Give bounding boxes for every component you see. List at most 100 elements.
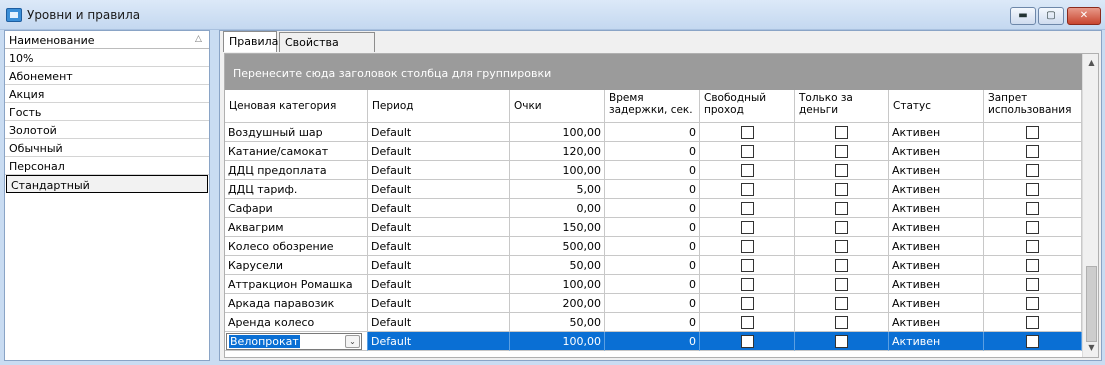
col-money-only-cell[interactable] <box>795 218 889 237</box>
col-usage-ban-cell[interactable] <box>984 256 1082 275</box>
tab-level-properties[interactable]: Свойства уровня <box>279 32 375 62</box>
tab-rules[interactable]: Правила <box>223 31 278 52</box>
money-only-checkbox[interactable] <box>835 145 848 158</box>
col-delay-cell[interactable]: 0 <box>605 237 700 256</box>
col-usage-ban-cell[interactable] <box>984 237 1082 256</box>
col-money-only-cell[interactable] <box>795 142 889 161</box>
minimize-button[interactable]: ▬ <box>1010 7 1036 25</box>
col-free-pass-cell[interactable] <box>700 161 795 180</box>
free-pass-checkbox[interactable] <box>741 316 754 329</box>
col-status-header[interactable]: Статус <box>889 90 984 123</box>
col-status-cell[interactable]: Активен <box>889 218 984 237</box>
money-only-checkbox[interactable] <box>835 259 848 272</box>
col-money-only-cell[interactable] <box>795 294 889 313</box>
group-by-panel[interactable]: Перенесите сюда заголовок столбца для гр… <box>225 54 1082 90</box>
table-row[interactable]: Аттракцион Ромашка Default 100,00 0 Активен <box>225 275 1082 294</box>
level-item[interactable]: Персонал <box>5 157 209 175</box>
col-points-cell[interactable]: 50,00 <box>510 256 605 275</box>
col-free-pass-cell[interactable] <box>700 256 795 275</box>
table-row[interactable]: ДДЦ предоплата Default 100,00 0 Активен <box>225 161 1082 180</box>
chevron-down-icon[interactable]: ⌄ <box>345 335 360 348</box>
col-status-cell[interactable]: Активен <box>889 256 984 275</box>
col-period-cell[interactable]: Default <box>368 275 510 294</box>
col-money-only-cell[interactable] <box>795 123 889 142</box>
table-row[interactable]: Колесо обозрение Default 500,00 0 Активен <box>225 237 1082 256</box>
col-money-only-cell[interactable] <box>795 275 889 294</box>
col-delay-cell[interactable]: 0 <box>605 161 700 180</box>
money-only-checkbox[interactable] <box>835 240 848 253</box>
money-only-checkbox[interactable] <box>835 316 848 329</box>
usage-ban-checkbox[interactable] <box>1026 183 1039 196</box>
col-price-category-cell[interactable]: Аттракцион Ромашка <box>225 275 368 294</box>
free-pass-checkbox[interactable] <box>741 145 754 158</box>
level-item[interactable]: Абонемент <box>5 67 209 85</box>
col-price-category-cell[interactable]: Велопрокат ⌄ <box>225 332 368 351</box>
free-pass-checkbox[interactable] <box>741 126 754 139</box>
col-free-pass-cell[interactable] <box>700 332 795 351</box>
col-free-pass-cell[interactable] <box>700 142 795 161</box>
col-price-category-cell[interactable]: Аквагрим <box>225 218 368 237</box>
money-only-checkbox[interactable] <box>835 297 848 310</box>
col-usage-ban-header[interactable]: Запрет использования <box>984 90 1082 123</box>
table-row[interactable]: Велопрокат ⌄ Default 100,00 0 Активен <box>225 332 1082 351</box>
col-usage-ban-cell[interactable] <box>984 218 1082 237</box>
col-period-cell[interactable]: Default <box>368 294 510 313</box>
col-points-cell[interactable]: 50,00 <box>510 313 605 332</box>
col-price-category-cell[interactable]: ДДЦ предоплата <box>225 161 368 180</box>
levels-list-header[interactable]: Наименование △ <box>5 31 209 49</box>
free-pass-checkbox[interactable] <box>741 164 754 177</box>
col-price-category-cell[interactable]: Карусели <box>225 256 368 275</box>
col-period-header[interactable]: Период <box>368 90 510 123</box>
col-points-cell[interactable]: 0,00 <box>510 199 605 218</box>
level-item[interactable]: Стандартный <box>6 175 208 193</box>
col-status-cell[interactable]: Активен <box>889 237 984 256</box>
usage-ban-checkbox[interactable] <box>1026 278 1039 291</box>
col-period-cell[interactable]: Default <box>368 161 510 180</box>
free-pass-checkbox[interactable] <box>741 335 754 348</box>
col-usage-ban-cell[interactable] <box>984 123 1082 142</box>
free-pass-checkbox[interactable] <box>741 240 754 253</box>
money-only-checkbox[interactable] <box>835 126 848 139</box>
col-points-cell[interactable]: 100,00 <box>510 275 605 294</box>
col-points-cell[interactable]: 200,00 <box>510 294 605 313</box>
col-free-pass-cell[interactable] <box>700 199 795 218</box>
col-usage-ban-cell[interactable] <box>984 180 1082 199</box>
level-item[interactable]: Обычный <box>5 139 209 157</box>
col-free-pass-cell[interactable] <box>700 275 795 294</box>
col-usage-ban-cell[interactable] <box>984 142 1082 161</box>
free-pass-checkbox[interactable] <box>741 221 754 234</box>
col-usage-ban-cell[interactable] <box>984 199 1082 218</box>
col-period-cell[interactable]: Default <box>368 256 510 275</box>
col-free-pass-header[interactable]: Свободный проход <box>700 90 795 123</box>
level-item[interactable]: Гость <box>5 103 209 121</box>
close-button[interactable]: ✕ <box>1067 7 1101 25</box>
money-only-checkbox[interactable] <box>835 164 848 177</box>
table-row[interactable]: Сафари Default 0,00 0 Активен <box>225 199 1082 218</box>
col-usage-ban-cell[interactable] <box>984 275 1082 294</box>
col-free-pass-cell[interactable] <box>700 237 795 256</box>
col-points-cell[interactable]: 100,00 <box>510 332 605 351</box>
free-pass-checkbox[interactable] <box>741 297 754 310</box>
usage-ban-checkbox[interactable] <box>1026 240 1039 253</box>
col-money-only-cell[interactable] <box>795 313 889 332</box>
level-item[interactable]: Акция <box>5 85 209 103</box>
usage-ban-checkbox[interactable] <box>1026 126 1039 139</box>
col-free-pass-cell[interactable] <box>700 294 795 313</box>
col-status-cell[interactable]: Активен <box>889 123 984 142</box>
col-free-pass-cell[interactable] <box>700 180 795 199</box>
col-delay-header[interactable]: Время задержки, сек. <box>605 90 700 123</box>
col-money-only-cell[interactable] <box>795 180 889 199</box>
col-points-header[interactable]: Очки <box>510 90 605 123</box>
usage-ban-checkbox[interactable] <box>1026 145 1039 158</box>
usage-ban-checkbox[interactable] <box>1026 202 1039 215</box>
scroll-thumb[interactable] <box>1086 266 1097 342</box>
col-points-cell[interactable]: 100,00 <box>510 161 605 180</box>
col-free-pass-cell[interactable] <box>700 313 795 332</box>
col-price-category-cell[interactable]: Аренда колесо <box>225 313 368 332</box>
usage-ban-checkbox[interactable] <box>1026 164 1039 177</box>
free-pass-checkbox[interactable] <box>741 202 754 215</box>
col-delay-cell[interactable]: 0 <box>605 313 700 332</box>
maximize-button[interactable]: ▢ <box>1038 7 1064 25</box>
price-category-dropdown[interactable]: Велопрокат ⌄ <box>226 333 362 350</box>
free-pass-checkbox[interactable] <box>741 259 754 272</box>
